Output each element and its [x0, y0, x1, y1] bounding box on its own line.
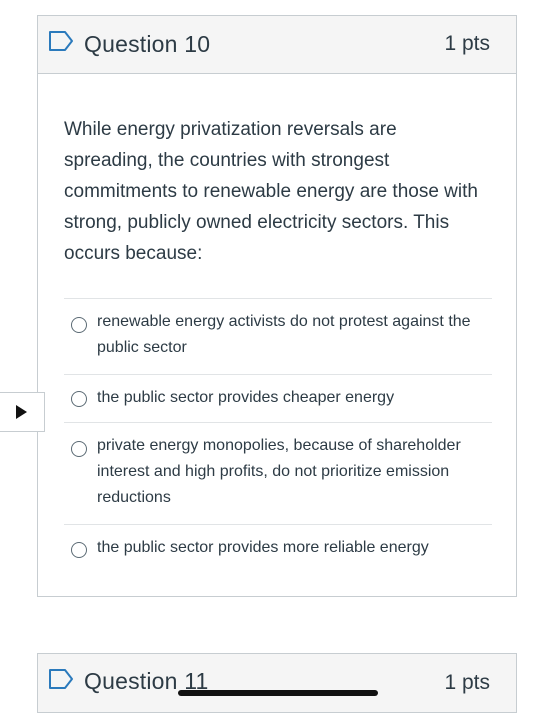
- radio-button[interactable]: [71, 391, 87, 407]
- radio-button[interactable]: [71, 441, 87, 457]
- answer-list: renewable energy activists do not protes…: [64, 298, 492, 572]
- next-question-points: 1 pts: [444, 671, 490, 694]
- question-text: While energy privatization reversals are…: [64, 119, 478, 264]
- question-points: 1 pts: [444, 32, 490, 55]
- question-title: Question 10: [84, 31, 211, 57]
- next-question-card: Question 11 1 pts: [37, 653, 517, 713]
- side-expand-tab[interactable]: [0, 392, 45, 432]
- answer-option[interactable]: renewable energy activists do not protes…: [64, 298, 492, 374]
- question-header: Question 10 1 pts: [38, 16, 516, 74]
- bookmark-flag-icon[interactable]: [48, 30, 74, 52]
- answer-option[interactable]: the public sector provides more reliable…: [64, 524, 492, 572]
- answer-label[interactable]: the public sector provides more reliable…: [97, 535, 487, 561]
- answer-option[interactable]: the public sector provides cheaper energ…: [64, 374, 492, 422]
- radio-button[interactable]: [71, 317, 87, 333]
- bookmark-flag-icon[interactable]: [48, 668, 74, 690]
- answer-label[interactable]: renewable energy activists do not protes…: [97, 309, 487, 361]
- answer-label[interactable]: the public sector provides cheaper energ…: [97, 385, 487, 411]
- radio-button[interactable]: [71, 542, 87, 558]
- answer-label[interactable]: private energy monopolies, because of sh…: [97, 433, 487, 511]
- play-triangle-icon: [16, 405, 27, 419]
- home-indicator-bar[interactable]: [178, 690, 378, 696]
- answer-option[interactable]: private energy monopolies, because of sh…: [64, 422, 492, 524]
- question-card: Question 10 1 pts While energy privatiza…: [37, 15, 517, 597]
